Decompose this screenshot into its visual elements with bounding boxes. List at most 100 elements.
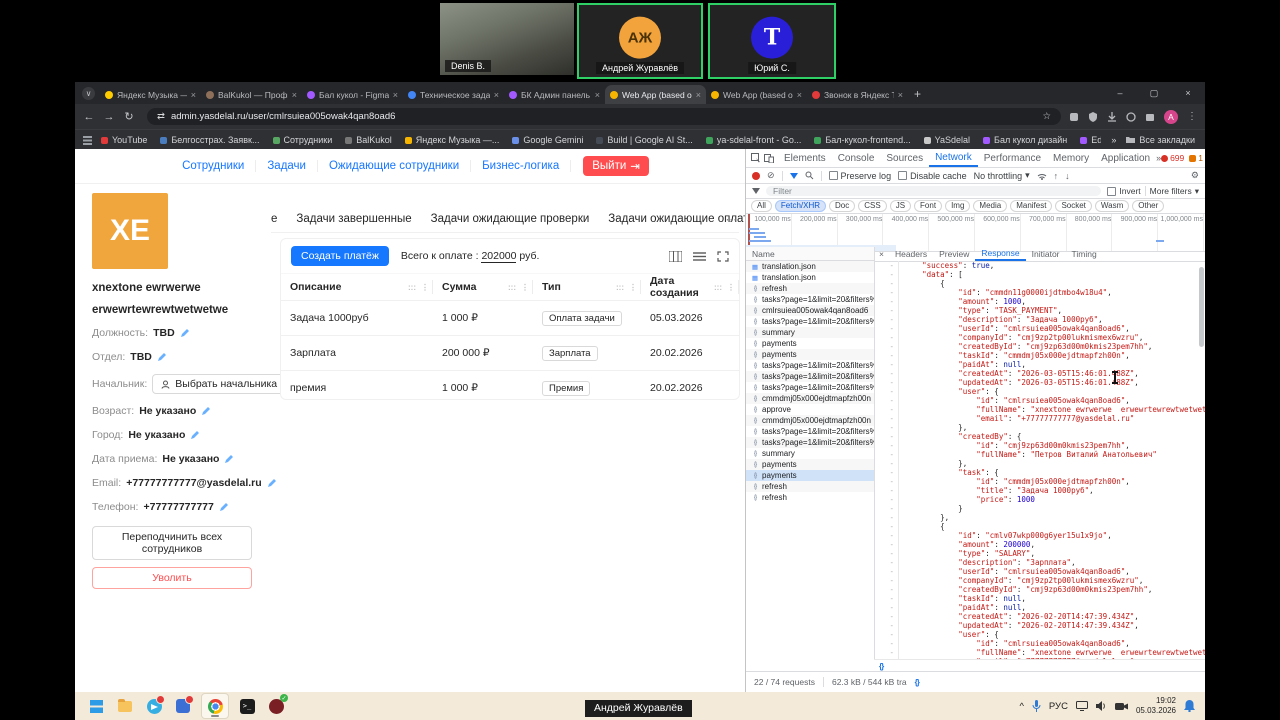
speaker-icon[interactable] (1095, 701, 1107, 711)
microphone-icon[interactable] (1032, 700, 1041, 712)
browser-tab[interactable]: Яндекс Музыка — собир × (100, 85, 201, 104)
browser-tab[interactable]: BalKukol — Профиль × (201, 85, 302, 104)
response-tab[interactable]: Response (975, 247, 1026, 261)
request-row[interactable]: {} payments (746, 470, 874, 481)
devtools-tab[interactable]: Sources (880, 149, 929, 167)
nav-link[interactable]: Бизнес-логика (471, 160, 572, 172)
column-drag-icon[interactable]: ::: (408, 283, 416, 292)
type-chip[interactable]: CSS (858, 200, 887, 212)
type-chip[interactable]: Doc (829, 200, 856, 212)
type-chip[interactable]: Other (1132, 200, 1165, 212)
density-icon[interactable] (693, 251, 706, 262)
nav-link[interactable]: Сотрудники (171, 160, 257, 172)
fold-marker[interactable]: - (874, 603, 899, 612)
devtools-tab[interactable]: Elements (778, 149, 832, 167)
devtools-tab[interactable]: Memory (1047, 149, 1095, 167)
tab-close-icon[interactable]: × (292, 90, 297, 100)
tab-close-icon[interactable]: × (191, 90, 196, 100)
tabs-more-icon[interactable]: ⋯ (726, 212, 738, 226)
table-header-cell[interactable]: Тип ::: ⋮ (533, 273, 641, 300)
fold-marker[interactable]: - (874, 621, 899, 630)
file-explorer-icon[interactable] (114, 695, 136, 717)
fold-marker[interactable]: - (874, 495, 899, 504)
request-row[interactable]: {} tasks?page=1&limit=20&filters%5... (746, 294, 874, 305)
fold-marker[interactable]: - (874, 585, 899, 594)
network-filter-input[interactable]: Filter (766, 186, 1102, 196)
fold-marker[interactable]: - (874, 459, 899, 468)
tab-close-icon[interactable]: × (393, 90, 398, 100)
request-row[interactable]: {} tasks?page=1&limit=20&filters%5... (746, 360, 874, 371)
fold-marker[interactable]: - (874, 639, 899, 648)
all-bookmarks-button[interactable]: Все закладки (1126, 135, 1195, 145)
apps-grid-icon[interactable] (83, 135, 92, 145)
type-chip[interactable]: Img (945, 200, 971, 212)
column-menu-icon[interactable]: ⋮ (421, 283, 429, 292)
request-row[interactable]: {} approve (746, 404, 874, 415)
import-har-icon[interactable]: ↑ (1054, 171, 1059, 181)
language-indicator[interactable]: РУС (1049, 701, 1068, 712)
request-row[interactable]: ▦ translation.json (746, 272, 874, 283)
issues-badge[interactable]: 1 (1189, 153, 1203, 163)
request-row[interactable]: {} tasks?page=1&limit=20&filters%5... (746, 316, 874, 327)
nav-link[interactable]: Задачи (256, 160, 318, 172)
task-tab[interactable]: е (271, 205, 277, 232)
select-manager-button[interactable]: Выбрать начальника (152, 374, 287, 394)
task-tab[interactable]: Задачи завершенные (296, 205, 411, 232)
response-scrollbar[interactable] (1199, 267, 1204, 347)
tab-close-icon[interactable]: × (595, 90, 600, 100)
invert-checkbox[interactable]: Invert (1107, 186, 1141, 196)
fold-marker[interactable]: - (874, 405, 899, 414)
recorder-app-icon[interactable]: ✓ (265, 694, 288, 717)
bookmarks-overflow-icon[interactable]: » (1111, 135, 1116, 145)
type-chip[interactable]: JS (889, 200, 912, 212)
edit-pencil-icon[interactable] (180, 328, 190, 338)
fire-button[interactable]: Уволить (92, 567, 252, 589)
display-icon[interactable] (1075, 701, 1088, 711)
forward-icon[interactable]: → (99, 111, 119, 123)
browser-tab[interactable]: Звонок в Яндекс Тел × (807, 85, 908, 104)
response-tab[interactable]: Headers (889, 247, 933, 261)
search-icon[interactable] (805, 171, 814, 180)
fold-marker[interactable]: - (874, 387, 899, 396)
reload-icon[interactable]: ↻ (119, 110, 139, 123)
request-row[interactable]: {} tasks?page=1&limit=20&filters%5... (746, 437, 874, 448)
column-menu-icon[interactable]: ⋮ (727, 283, 735, 292)
response-tab[interactable]: Initiator (1026, 247, 1066, 261)
fold-marker[interactable]: - (874, 315, 899, 324)
fold-marker[interactable]: - (874, 324, 899, 333)
bookmark-item[interactable]: Сотрудники (272, 135, 332, 145)
reassign-employees-button[interactable]: Переподчинить всех сотрудников (92, 526, 252, 560)
new-tab-button[interactable]: + (914, 87, 921, 101)
type-chip[interactable]: Wasm (1094, 200, 1130, 212)
edit-pencil-icon[interactable] (219, 502, 229, 512)
request-row[interactable]: {} refresh (746, 481, 874, 492)
filter-funnel-icon[interactable] (789, 172, 798, 179)
chrome-taskbar-icon[interactable] (201, 693, 229, 719)
devtools-tab[interactable]: Performance (978, 149, 1047, 167)
type-chip[interactable]: Font (914, 200, 943, 212)
terminal-icon[interactable]: >_ (236, 695, 258, 717)
response-tab[interactable]: Preview (933, 247, 975, 261)
type-chip[interactable]: Fetch/XHR (774, 200, 827, 212)
close-request-icon[interactable]: × (874, 249, 889, 259)
fold-marker[interactable]: - (874, 648, 899, 657)
fold-marker[interactable]: - (874, 378, 899, 387)
fold-marker[interactable]: - (874, 477, 899, 486)
fold-marker[interactable]: - (874, 630, 899, 639)
bookmark-item[interactable]: Build | Google AI St... (596, 135, 693, 145)
fold-marker[interactable]: - (874, 576, 899, 585)
browser-tab[interactable]: Техническое задание: А × (403, 85, 504, 104)
telegram-icon[interactable] (143, 695, 165, 717)
request-row[interactable]: {} refresh (746, 492, 874, 503)
back-icon[interactable]: ← (79, 111, 99, 123)
bookmark-item[interactable]: Бал-кукол-frontend... (814, 135, 911, 145)
fold-marker[interactable]: - (874, 333, 899, 342)
format-icon[interactable]: {} (915, 678, 920, 687)
disable-cache-checkbox[interactable]: Disable cache (898, 171, 967, 181)
media-icon[interactable] (1126, 111, 1136, 122)
request-row[interactable]: {} cmmdmj05x000ejdtmapfzh00n (746, 393, 874, 404)
fold-marker[interactable]: - (874, 414, 899, 423)
bookmark-item[interactable]: BalKukol (345, 135, 392, 145)
record-icon[interactable] (752, 171, 760, 180)
request-row[interactable]: {} refresh (746, 283, 874, 294)
